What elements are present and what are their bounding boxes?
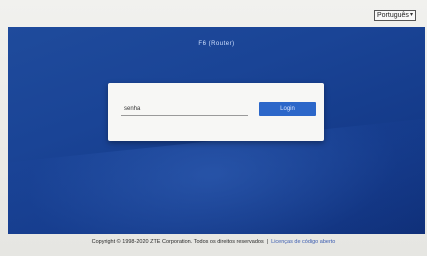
chevron-down-icon: ▾ <box>409 12 413 18</box>
copyright-text: Copyright © 1998-2020 ZTE Corporation. T… <box>91 239 264 245</box>
password-field[interactable]: senha <box>121 102 248 116</box>
footer: Copyright © 1998-2020 ZTE Corporation. T… <box>0 239 427 245</box>
language-select[interactable]: Português ▾ <box>374 10 416 21</box>
login-card: senha Login <box>108 83 324 141</box>
language-select-value: Português <box>377 12 409 19</box>
open-source-license-link[interactable]: Licenças de código aberto <box>271 239 335 245</box>
product-name: F6 (Router) <box>198 41 235 47</box>
page: Português ▾ F6 (Router) senha Login Copy… <box>0 0 427 256</box>
login-button[interactable]: Login <box>259 102 316 116</box>
login-hero-panel: F6 (Router) senha Login <box>8 27 425 234</box>
footer-separator: | <box>266 239 269 245</box>
